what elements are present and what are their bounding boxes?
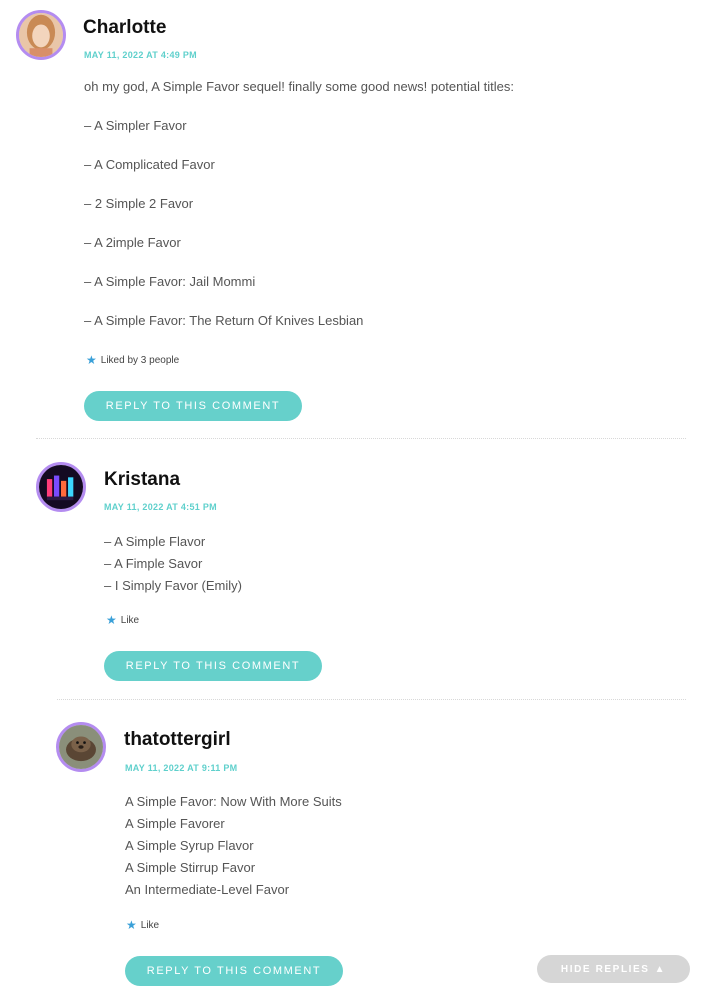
comment-body: – A Simple Flavor – A Fimple Savor – I S…	[104, 531, 242, 597]
star-icon: ★	[126, 918, 137, 932]
avatar-kristana-image	[39, 465, 83, 509]
avatar[interactable]	[16, 10, 66, 60]
comment-date[interactable]: MAY 11, 2022 AT 9:11 PM	[125, 763, 237, 773]
comment-author[interactable]: thatottergirl	[124, 729, 231, 751]
comment-text: – A Fimple Savor	[104, 556, 203, 571]
like-button[interactable]: ★ Like	[106, 614, 139, 626]
reply-button[interactable]: REPLY TO THIS COMMENT	[104, 651, 322, 681]
comment-date[interactable]: MAY 11, 2022 AT 4:51 PM	[104, 502, 217, 512]
like-label: Liked by 3 people	[100, 354, 180, 366]
like-button[interactable]: ★ Liked by 3 people	[86, 354, 179, 366]
comment-text: An Intermediate-Level Favor	[125, 882, 290, 897]
avatar[interactable]	[56, 722, 106, 772]
reply-button[interactable]: REPLY TO THIS COMMENT	[84, 391, 302, 421]
comment-text: A Simple Favorer	[125, 816, 225, 831]
like-label: Like	[120, 614, 140, 626]
like-label: Like	[140, 919, 160, 931]
avatar-thatottergirl-image	[59, 725, 103, 769]
comment-author[interactable]: Kristana	[104, 469, 180, 491]
like-button[interactable]: ★ Like	[126, 919, 159, 931]
comment-text: – 2 Simple 2 Favor	[84, 196, 194, 211]
comment-text: – A 2imple Favor	[84, 235, 181, 250]
comment-text: A Simple Favor: Now With More Suits	[125, 794, 342, 809]
avatar-charlotte-image	[19, 13, 63, 57]
comment-text: – A Simple Favor: The Return Of Knives L…	[84, 313, 364, 328]
comment-text: oh my god, A Simple Favor sequel! finall…	[84, 79, 514, 94]
star-icon: ★	[86, 353, 97, 367]
hide-replies-label: HIDE REPLIES	[560, 963, 650, 975]
comment-text: A Simple Syrup Flavor	[125, 838, 254, 853]
comment-date[interactable]: MAY 11, 2022 AT 4:49 PM	[84, 50, 197, 60]
comment-text: – A Complicated Favor	[84, 157, 215, 172]
comment-text: – A Simple Favor: Jail Mommi	[84, 274, 256, 289]
avatar[interactable]	[36, 462, 86, 512]
comment-body: oh my god, A Simple Favor sequel! finall…	[84, 79, 514, 328]
comment-text: – A Simple Flavor	[104, 534, 206, 549]
triangle-up-icon: ▲	[654, 963, 667, 975]
hide-replies-button[interactable]: HIDE REPLIES ▲	[537, 955, 690, 983]
comment-author[interactable]: Charlotte	[83, 17, 166, 39]
comment-text: A Simple Stirrup Favor	[125, 860, 256, 875]
reply-button[interactable]: REPLY TO THIS COMMENT	[125, 956, 343, 986]
comment-text: – A Simpler Favor	[84, 118, 187, 133]
comment-text: – I Simply Favor (Emily)	[104, 578, 242, 593]
comment-body: A Simple Favor: Now With More Suits A Si…	[125, 791, 342, 901]
comment-divider	[36, 438, 686, 439]
comment-divider	[57, 699, 686, 700]
star-icon: ★	[106, 613, 117, 627]
